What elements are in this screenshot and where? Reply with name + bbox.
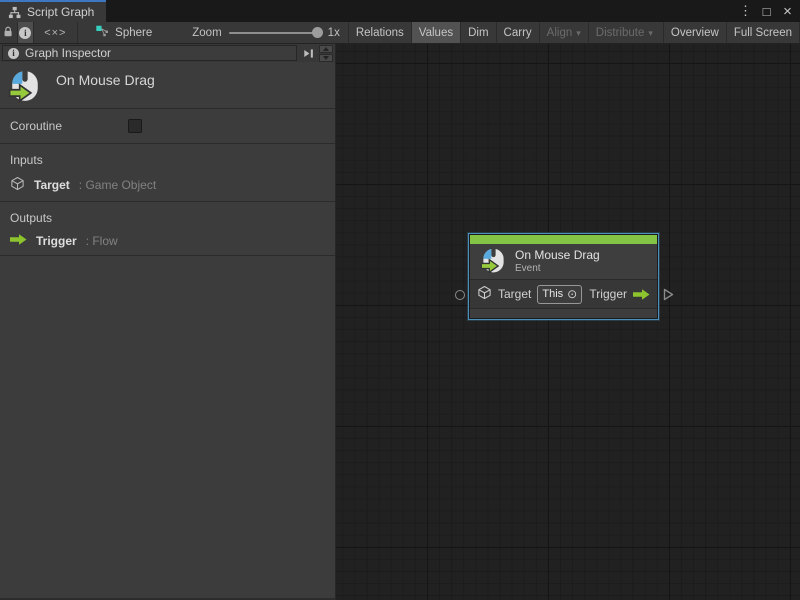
flow-arrow-icon: [10, 234, 27, 248]
node-subtitle: Event: [515, 263, 600, 275]
output-port-row: Trigger : Flow: [10, 234, 325, 248]
zoom-value: 1x: [328, 27, 340, 39]
input-port-row: Target : Game Object: [10, 176, 325, 194]
align-label: Align: [547, 27, 573, 39]
window-controls: ⋮ □ ×: [737, 0, 800, 22]
inputs-heading: Inputs: [10, 153, 325, 167]
dock-right-icon: [302, 47, 315, 60]
cube-icon: [477, 285, 492, 303]
target-port-label: Target: [498, 287, 531, 301]
target-value-field[interactable]: This ⊙: [537, 285, 582, 304]
distribute-label: Distribute: [596, 27, 645, 39]
graph-toolbar: i <×> Sphere Zoom 1x Relations Values Di…: [0, 22, 800, 44]
carry-button[interactable]: Carry: [496, 22, 539, 43]
code-icon: <×>: [44, 27, 66, 39]
node-accent-bar: [470, 235, 657, 244]
dim-button[interactable]: Dim: [460, 22, 495, 43]
chevron-down-icon: ▾: [576, 28, 581, 39]
window-body: i Graph Inspector: [0, 44, 800, 600]
graph-target-breadcrumb[interactable]: Sphere: [77, 22, 162, 43]
zoom-slider-knob[interactable]: [312, 27, 323, 38]
on-mouse-drag-icon: [8, 69, 42, 108]
lock-button[interactable]: [0, 22, 17, 43]
graph-inspector-title: Graph Inspector: [25, 46, 111, 60]
distribute-dropdown: Distribute ▾: [588, 22, 660, 43]
spinner-up-button[interactable]: [319, 45, 333, 53]
chevron-down-icon: ▾: [648, 28, 653, 39]
spinner-down-button[interactable]: [319, 54, 333, 62]
trigger-output-port: Trigger: [589, 287, 650, 301]
output-port-name: Trigger: [36, 234, 77, 248]
overview-button[interactable]: Overview: [663, 22, 726, 43]
on-mouse-drag-icon: [480, 247, 507, 277]
inputs-section: Inputs Target : Game Object: [0, 144, 335, 201]
graph-canvas[interactable]: On Mouse Drag Event Target This ⊙: [336, 44, 800, 600]
graph-hierarchy-icon: [8, 6, 21, 19]
inspector-empty-area: [0, 256, 335, 598]
info-icon: i: [19, 27, 31, 39]
align-dropdown: Align ▾: [539, 22, 588, 43]
node-footer: [470, 308, 657, 318]
window-maximize-icon[interactable]: □: [758, 2, 775, 20]
unit-title: On Mouse Drag: [56, 72, 155, 108]
outputs-heading: Outputs: [10, 211, 325, 225]
on-mouse-drag-node[interactable]: On Mouse Drag Event Target This ⊙: [468, 233, 659, 320]
object-picker-icon[interactable]: ⊙: [567, 288, 577, 300]
zoom-slider[interactable]: [229, 32, 321, 34]
panel-spinner: [319, 45, 333, 62]
code-view-button[interactable]: <×>: [34, 22, 76, 43]
node-input-connection-port[interactable]: [455, 290, 465, 300]
input-port-type: : Game Object: [79, 178, 156, 192]
cube-icon: [10, 176, 25, 194]
coroutine-row: Coroutine: [0, 109, 335, 143]
flow-arrow-icon[interactable]: [633, 289, 650, 300]
graph-inspector-title-field: i Graph Inspector: [2, 45, 297, 61]
dock-panel-button[interactable]: [300, 45, 316, 61]
tab-label: Script Graph: [27, 5, 94, 19]
info-icon: i: [8, 48, 19, 59]
target-input-port: Target This ⊙: [477, 285, 582, 304]
inspector-toggle-button[interactable]: i: [17, 22, 34, 43]
zoom-label: Zoom: [192, 27, 221, 39]
relations-button[interactable]: Relations: [348, 22, 411, 43]
trigger-port-label: Trigger: [589, 287, 627, 301]
window-tab-bar: Script Graph ⋮ □ ×: [0, 0, 800, 22]
node-port-row: Target This ⊙ Trigger: [470, 279, 657, 308]
zoom-control: Zoom 1x: [162, 22, 340, 43]
coroutine-label: Coroutine: [10, 119, 128, 133]
tab-script-graph[interactable]: Script Graph: [0, 0, 106, 22]
graph-inspector-header: i Graph Inspector: [0, 44, 335, 62]
window-menu-icon[interactable]: ⋮: [737, 2, 754, 20]
input-port-name: Target: [34, 178, 70, 192]
node-header[interactable]: On Mouse Drag Event: [470, 244, 657, 279]
node-output-connection-port[interactable]: [663, 288, 674, 304]
full-screen-button[interactable]: Full Screen: [726, 22, 800, 43]
toolbar-button-group: Relations Values Dim Carry Align ▾ Distr…: [348, 22, 800, 43]
node-title: On Mouse Drag: [515, 248, 600, 263]
coroutine-checkbox[interactable]: [128, 119, 142, 133]
values-button[interactable]: Values: [411, 22, 460, 43]
output-port-type: : Flow: [86, 234, 118, 248]
window-close-icon[interactable]: ×: [779, 2, 796, 20]
outputs-section: Outputs Trigger : Flow: [0, 202, 335, 255]
graph-target-label: Sphere: [115, 27, 152, 39]
unit-title-row: On Mouse Drag: [0, 62, 335, 108]
lock-icon: [2, 25, 14, 41]
graph-node-icon: [95, 24, 109, 41]
graph-inspector-panel: i Graph Inspector: [0, 44, 336, 600]
target-value: This: [542, 288, 563, 300]
